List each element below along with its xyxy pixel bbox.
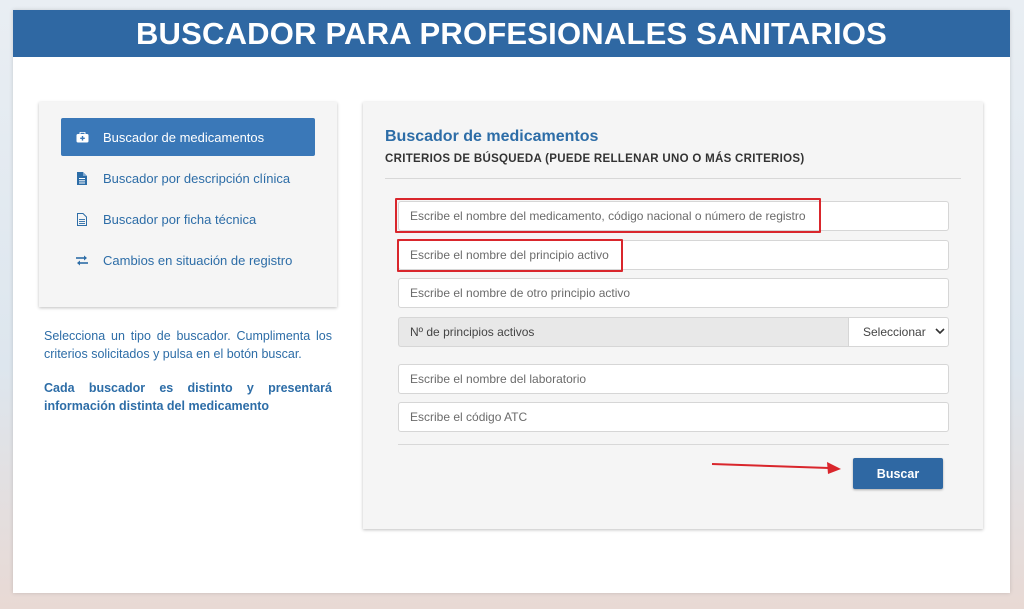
sidebar-item-label: Cambios en situación de registro (103, 252, 293, 268)
panel-subtitle: CRITERIOS DE BÚSQUEDA (PUEDE RELLENAR UN… (385, 153, 805, 165)
instructions-note: Cada buscador es distinto y presentará i… (44, 381, 332, 413)
principios-count-row: Nº de principios activos Seleccionar (398, 317, 949, 347)
codigo-atc-input[interactable] (398, 402, 949, 432)
otro-principio-activo-input[interactable] (398, 278, 949, 308)
principios-count-label: Nº de principios activos (398, 317, 848, 347)
principios-count-select[interactable]: Seleccionar (848, 317, 949, 347)
page-title: BUSCADOR PARA PROFESIONALES SANITARIOS (135, 16, 888, 51)
search-button[interactable]: Buscar (853, 458, 943, 489)
sidebar-item-label: Buscador de medicamentos (103, 129, 265, 145)
sidebar-item-label: Buscador por descripción clínica (103, 170, 291, 186)
select-value: Seleccionar (863, 325, 926, 339)
search-instructions: Selecciona un tipo de buscador. Cumplime… (44, 327, 332, 415)
laboratorio-input[interactable] (398, 364, 949, 394)
sidebar-item-cambios-registro[interactable]: Cambios en situación de registro (61, 241, 315, 279)
file-icon (73, 171, 91, 185)
page-container: BUSCADOR PARA PROFESIONALES SANITARIOS B… (13, 10, 1010, 593)
sidebar-item-ficha-tecnica[interactable]: Buscador por ficha técnica (61, 200, 315, 238)
sidebar-item-label: Buscador por ficha técnica (103, 211, 257, 227)
annotation-arrow-icon (711, 462, 841, 474)
sidebar-item-buscador-medicamentos[interactable]: Buscador de medicamentos (61, 118, 315, 156)
instructions-text: Selecciona un tipo de buscador. Cumplime… (44, 329, 332, 361)
file-text-icon (73, 212, 91, 226)
search-panel: Buscador de medicamentos CRITERIOS DE BÚ… (363, 102, 983, 529)
medicamento-input[interactable] (398, 201, 949, 231)
sidebar-item-descripcion-clinica[interactable]: Buscador por descripción clínica (61, 159, 315, 197)
divider (385, 178, 961, 179)
chevron-down-icon (935, 327, 945, 338)
panel-title: Buscador de medicamentos (385, 128, 599, 145)
briefcase-medical-icon (73, 131, 91, 143)
exchange-arrows-icon (73, 255, 91, 266)
page-banner: BUSCADOR PARA PROFESIONALES SANITARIOS (13, 10, 1010, 57)
search-type-sidebar: Buscador de medicamentos Buscador por de… (39, 102, 337, 307)
divider (398, 444, 949, 445)
principio-activo-input[interactable] (398, 240, 949, 270)
